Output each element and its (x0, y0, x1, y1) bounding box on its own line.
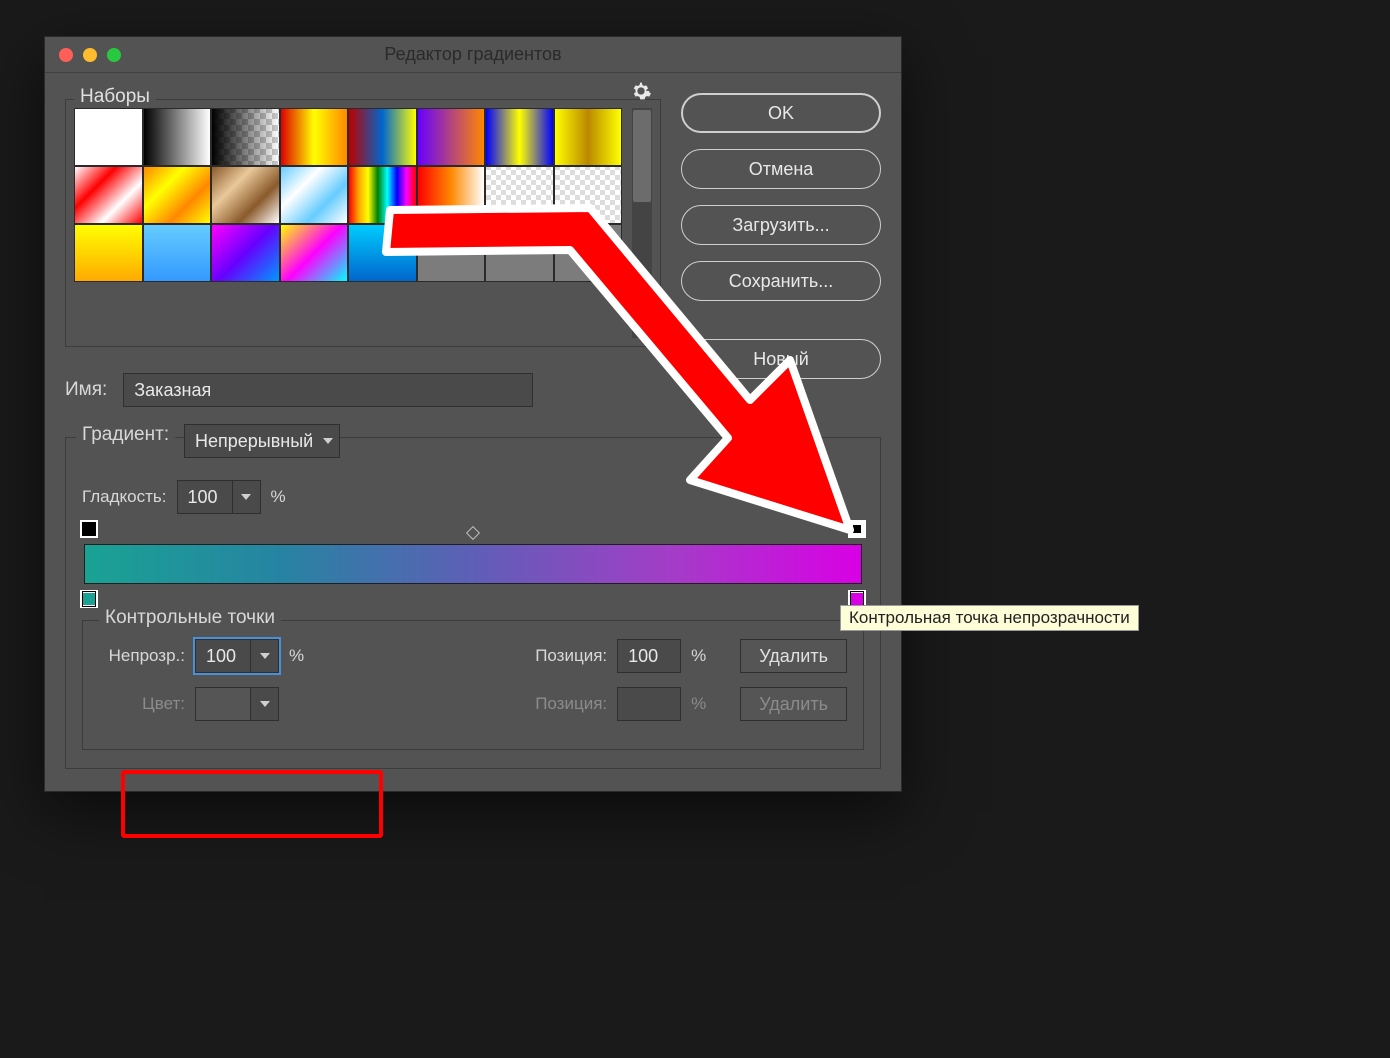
annotation-highlight (121, 770, 383, 838)
delete-color-stop-button: Удалить (740, 687, 847, 721)
smoothness-unit: % (271, 487, 286, 507)
preset-swatch[interactable] (348, 166, 417, 224)
control-points-legend: Контрольные точки (99, 607, 281, 629)
preset-swatch[interactable] (74, 108, 143, 166)
color-label: Цвет: (99, 694, 185, 714)
gradient-name-input[interactable] (123, 373, 533, 407)
preset-swatch[interactable] (417, 224, 486, 282)
preset-swatch[interactable] (211, 224, 280, 282)
preset-swatch[interactable] (280, 166, 349, 224)
color-dropdown[interactable] (251, 687, 279, 721)
tooltip: Контрольная точка непрозрачности (840, 605, 1139, 631)
preset-swatch[interactable] (211, 166, 280, 224)
gradient-bar[interactable] (84, 544, 862, 584)
preset-swatch[interactable] (74, 224, 143, 282)
cancel-button[interactable]: Отмена (681, 149, 881, 189)
opacity-input[interactable] (195, 639, 251, 673)
preset-swatch[interactable] (143, 166, 212, 224)
opacity-stop-right[interactable] (848, 520, 866, 538)
gradient-legend: Градиент: (76, 424, 175, 446)
color-position-unit: % (691, 694, 706, 714)
preset-swatch[interactable] (554, 108, 623, 166)
preset-swatch[interactable] (74, 166, 143, 224)
control-points-group: Контрольные точки Непрозр.: % Позиция: %… (82, 620, 864, 750)
opacity-label: Непрозр.: (99, 646, 185, 666)
scrollbar-thumb[interactable] (633, 110, 651, 202)
chevron-down-icon (241, 494, 251, 500)
preset-swatch[interactable] (417, 166, 486, 224)
preset-scrollbar[interactable] (632, 108, 652, 338)
preset-swatch[interactable] (348, 224, 417, 282)
midpoint-marker[interactable] (466, 526, 480, 540)
preset-swatches (74, 108, 622, 338)
titlebar: Редактор градиентов (45, 37, 901, 73)
opacity-unit: % (289, 646, 304, 666)
chevron-down-icon (260, 701, 270, 707)
name-label: Имя: (65, 379, 107, 401)
preset-swatch[interactable] (211, 108, 280, 166)
opacity-dropdown[interactable] (251, 639, 279, 673)
presets-legend: Наборы (74, 86, 156, 108)
preset-swatch[interactable] (348, 108, 417, 166)
load-button[interactable]: Загрузить... (681, 205, 881, 245)
new-button[interactable]: Новый (681, 339, 881, 379)
presets-group: Наборы (65, 99, 661, 347)
color-swatch[interactable] (195, 687, 251, 721)
gradient-type-select[interactable]: Непрерывный (184, 424, 340, 458)
preset-swatch[interactable] (280, 224, 349, 282)
gear-icon[interactable] (630, 80, 652, 102)
smoothness-dropdown[interactable] (233, 480, 261, 514)
delete-opacity-stop-button[interactable]: Удалить (740, 639, 847, 673)
preset-swatch[interactable] (485, 108, 554, 166)
color-stop-left[interactable] (80, 590, 98, 608)
position-unit: % (691, 646, 706, 666)
chevron-down-icon (323, 438, 333, 444)
smoothness-input[interactable] (177, 480, 233, 514)
opacity-stop-left[interactable] (80, 520, 98, 538)
gradient-type-value: Непрерывный (195, 431, 313, 452)
preset-swatch[interactable] (485, 166, 554, 224)
save-button[interactable]: Сохранить... (681, 261, 881, 301)
preset-swatch[interactable] (554, 224, 623, 282)
color-position-input (617, 687, 681, 721)
preset-swatch[interactable] (143, 108, 212, 166)
color-position-label: Позиция: (535, 694, 607, 714)
position-label: Позиция: (535, 646, 607, 666)
preset-swatch[interactable] (143, 224, 212, 282)
preset-swatch[interactable] (280, 108, 349, 166)
preset-swatch[interactable] (485, 224, 554, 282)
ok-button[interactable]: OK (681, 93, 881, 133)
gradient-settings-group: Градиент: Непрерывный Гладкость: % (65, 437, 881, 769)
preset-swatch[interactable] (554, 166, 623, 224)
position-input[interactable] (617, 639, 681, 673)
window-title: Редактор градиентов (45, 44, 901, 65)
smoothness-label: Гладкость: (82, 487, 167, 507)
dialog-body: Наборы (45, 73, 901, 791)
preset-swatch[interactable] (417, 108, 486, 166)
chevron-down-icon (260, 653, 270, 659)
gradient-editor-dialog: Редактор градиентов Наборы (44, 36, 902, 792)
